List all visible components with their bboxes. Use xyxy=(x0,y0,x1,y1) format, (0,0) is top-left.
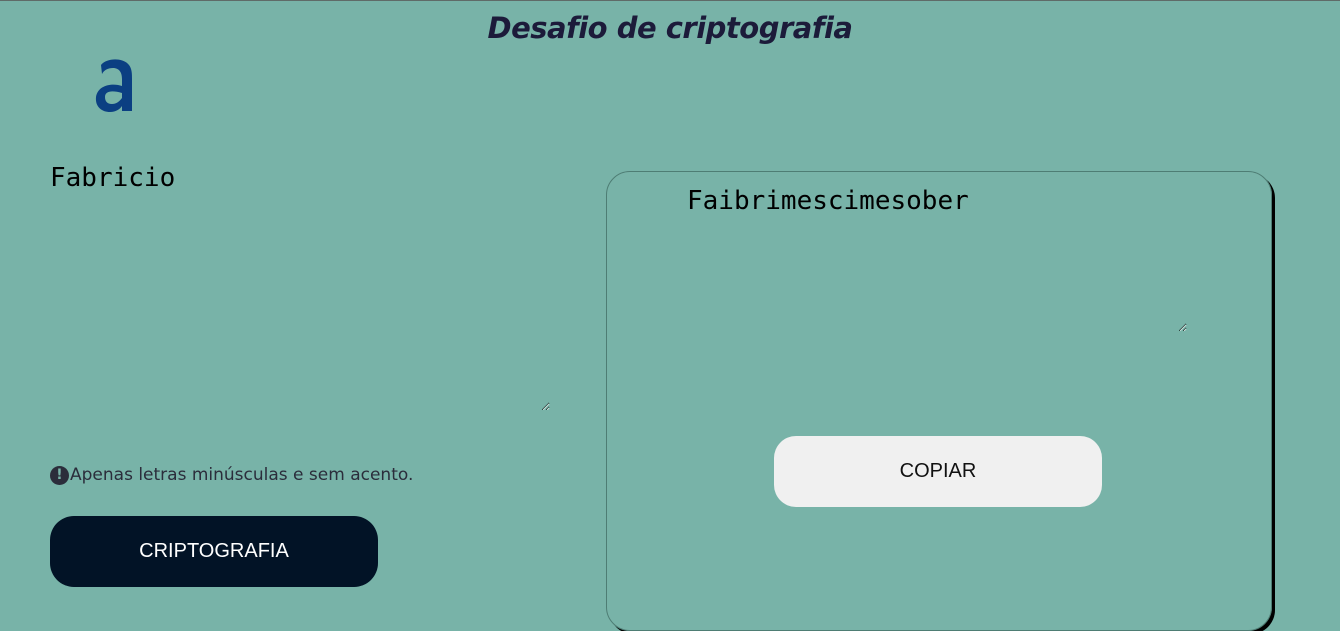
message-input[interactable]: Fabricio xyxy=(50,163,550,411)
output-panel: Faibrimescimesober COPIAR xyxy=(606,171,1272,631)
result-output[interactable]: Faibrimescimesober xyxy=(687,186,1187,332)
input-hint: ! Apenas letras minúsculas e sem acento. xyxy=(50,464,413,486)
copy-button[interactable]: COPIAR xyxy=(774,436,1102,507)
exclamation-circle-icon: ! xyxy=(50,465,69,485)
encrypt-button[interactable]: CRIPTOGRAFIA xyxy=(50,516,378,587)
hint-text: Apenas letras minúsculas e sem acento. xyxy=(70,465,414,485)
alura-logo-icon xyxy=(92,53,136,115)
page-title: Desafio de criptografia xyxy=(487,11,853,45)
